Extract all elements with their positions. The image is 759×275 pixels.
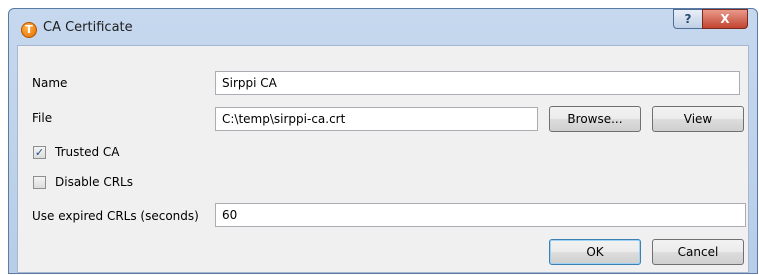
- file-label: File: [32, 111, 53, 125]
- window-title: CA Certificate: [43, 20, 133, 35]
- close-button[interactable]: X: [702, 9, 748, 29]
- file-path-field[interactable]: C:\temp\sirppi-ca.crt: [215, 107, 538, 131]
- dialog-body: Name Sirppi CA File C:\temp\sirppi-ca.cr…: [17, 45, 749, 273]
- help-button[interactable]: ?: [673, 9, 703, 29]
- dialog-window: T CA Certificate ? X Name Sirppi CA File…: [8, 8, 758, 274]
- title-bar[interactable]: T CA Certificate ? X: [9, 9, 757, 45]
- disable-crls-label: Disable CRLs: [55, 175, 133, 189]
- checkmark-icon: ✓: [34, 146, 45, 159]
- disable-crls-checkbox[interactable]: [33, 176, 46, 189]
- ok-button[interactable]: OK: [549, 239, 641, 265]
- app-icon: T: [21, 22, 37, 38]
- browse-button[interactable]: Browse...: [549, 106, 641, 132]
- expired-crls-field[interactable]: 60: [215, 203, 746, 227]
- trusted-ca-label: Trusted CA: [55, 145, 120, 159]
- trusted-ca-checkbox[interactable]: ✓: [33, 146, 46, 159]
- view-button[interactable]: View: [652, 106, 744, 132]
- cancel-button[interactable]: Cancel: [652, 239, 744, 265]
- expired-crls-label: Use expired CRLs (seconds): [32, 209, 199, 223]
- name-field[interactable]: Sirppi CA: [215, 71, 740, 95]
- name-label: Name: [32, 76, 68, 90]
